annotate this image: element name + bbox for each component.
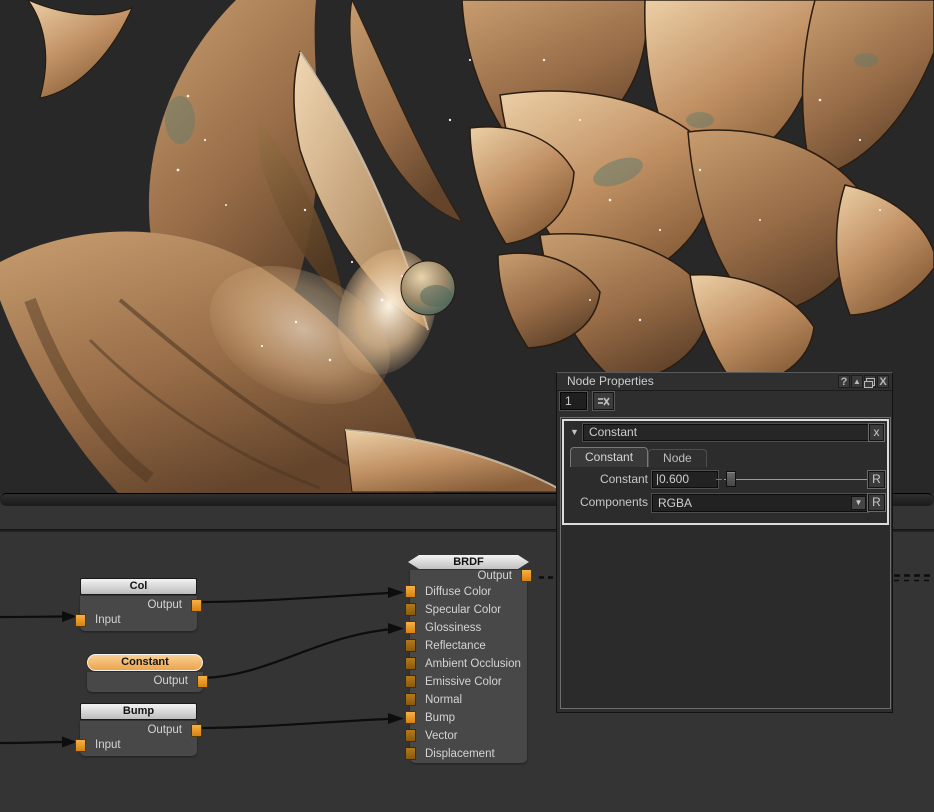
input-socket[interactable]	[405, 693, 416, 706]
components-dropdown[interactable]: RGBA ▼	[652, 494, 868, 512]
components-field-label: Components	[564, 494, 648, 511]
port-label: Ambient Occlusion	[425, 658, 521, 670]
port-label: Normal	[425, 694, 462, 706]
item-name-field[interactable]: Constant	[583, 424, 870, 441]
node-constant-header[interactable]: Constant	[87, 654, 203, 671]
input-socket[interactable]	[405, 657, 416, 670]
input-socket[interactable]	[405, 675, 416, 688]
close-icon[interactable]: X	[877, 375, 889, 388]
node-properties-panel[interactable]: Node Properties ? ▲ X 1 ▼ Constant x Con…	[556, 372, 893, 713]
node-bump[interactable]: Bump Output Input	[80, 703, 197, 756]
port-label: Bump	[425, 712, 455, 724]
input-socket[interactable]	[405, 603, 416, 616]
input-socket[interactable]	[405, 747, 416, 760]
port-label: Emissive Color	[425, 676, 502, 688]
output-socket[interactable]	[191, 599, 202, 612]
node-brdf-body: Output Diffuse Color Specular Color Glos…	[410, 570, 527, 763]
node-col-header[interactable]: Col	[80, 578, 197, 595]
slider-connector	[716, 479, 722, 480]
input-socket[interactable]	[405, 621, 416, 634]
port-label: Glossiness	[425, 622, 481, 634]
constant-item-group: ▼ Constant x Constant Node Constant 0.60…	[562, 419, 889, 525]
clear-selection-button[interactable]	[593, 392, 614, 410]
node-col[interactable]: Col Output Input	[80, 578, 197, 631]
input-socket[interactable]	[405, 711, 416, 724]
node-brdf[interactable]: BRDF Output Diffuse Color Specular Color…	[410, 555, 527, 763]
constant-slider-track[interactable]	[724, 479, 867, 480]
selection-count-field[interactable]: 1	[560, 392, 587, 410]
node-bump-body: Output Input	[80, 721, 197, 756]
reset-constant-button[interactable]: R	[868, 471, 885, 488]
input-socket[interactable]	[405, 585, 416, 598]
port-label: Output	[147, 599, 182, 611]
collapse-icon[interactable]: ▲	[851, 375, 863, 388]
port-label: Input	[95, 614, 121, 626]
port-label: Specular Color	[425, 604, 501, 616]
port-label: Input	[95, 739, 121, 751]
output-socket[interactable]	[191, 724, 202, 737]
detach-icon[interactable]	[864, 375, 876, 388]
tab-constant[interactable]: Constant	[570, 447, 648, 467]
input-socket[interactable]	[75, 739, 86, 752]
port-label: Output	[153, 675, 188, 687]
node-constant[interactable]: Constant Output	[87, 654, 203, 692]
disclosure-triangle-icon[interactable]: ▼	[570, 427, 579, 437]
constant-value-field[interactable]: 0.600	[652, 471, 718, 488]
properties-form-area: ▼ Constant x Constant Node Constant 0.60…	[560, 417, 891, 709]
node-bump-header[interactable]: Bump	[80, 703, 197, 720]
constant-field-label: Constant	[564, 471, 648, 488]
dropdown-arrow-icon[interactable]: ▼	[851, 496, 866, 510]
clear-selection-icon	[598, 397, 610, 406]
node-constant-body: Output	[87, 672, 203, 692]
tab-node[interactable]: Node	[648, 449, 707, 467]
input-socket[interactable]	[405, 639, 416, 652]
input-socket[interactable]	[75, 614, 86, 627]
port-label: Reflectance	[425, 640, 486, 652]
output-socket[interactable]	[521, 569, 532, 582]
constant-slider-handle[interactable]	[726, 471, 736, 487]
port-label: Vector	[425, 730, 458, 742]
output-socket[interactable]	[197, 675, 208, 688]
help-icon[interactable]: ?	[838, 375, 850, 388]
input-socket[interactable]	[405, 729, 416, 742]
remove-item-button[interactable]: x	[869, 424, 884, 441]
port-label: Output	[477, 570, 512, 582]
text-caret	[657, 474, 658, 485]
port-label: Displacement	[425, 748, 495, 760]
reset-components-button[interactable]: R	[868, 494, 885, 511]
node-col-body: Output Input	[80, 596, 197, 631]
port-label: Output	[147, 724, 182, 736]
port-label: Diffuse Color	[425, 586, 491, 598]
node-brdf-header[interactable]: BRDF	[408, 555, 529, 569]
